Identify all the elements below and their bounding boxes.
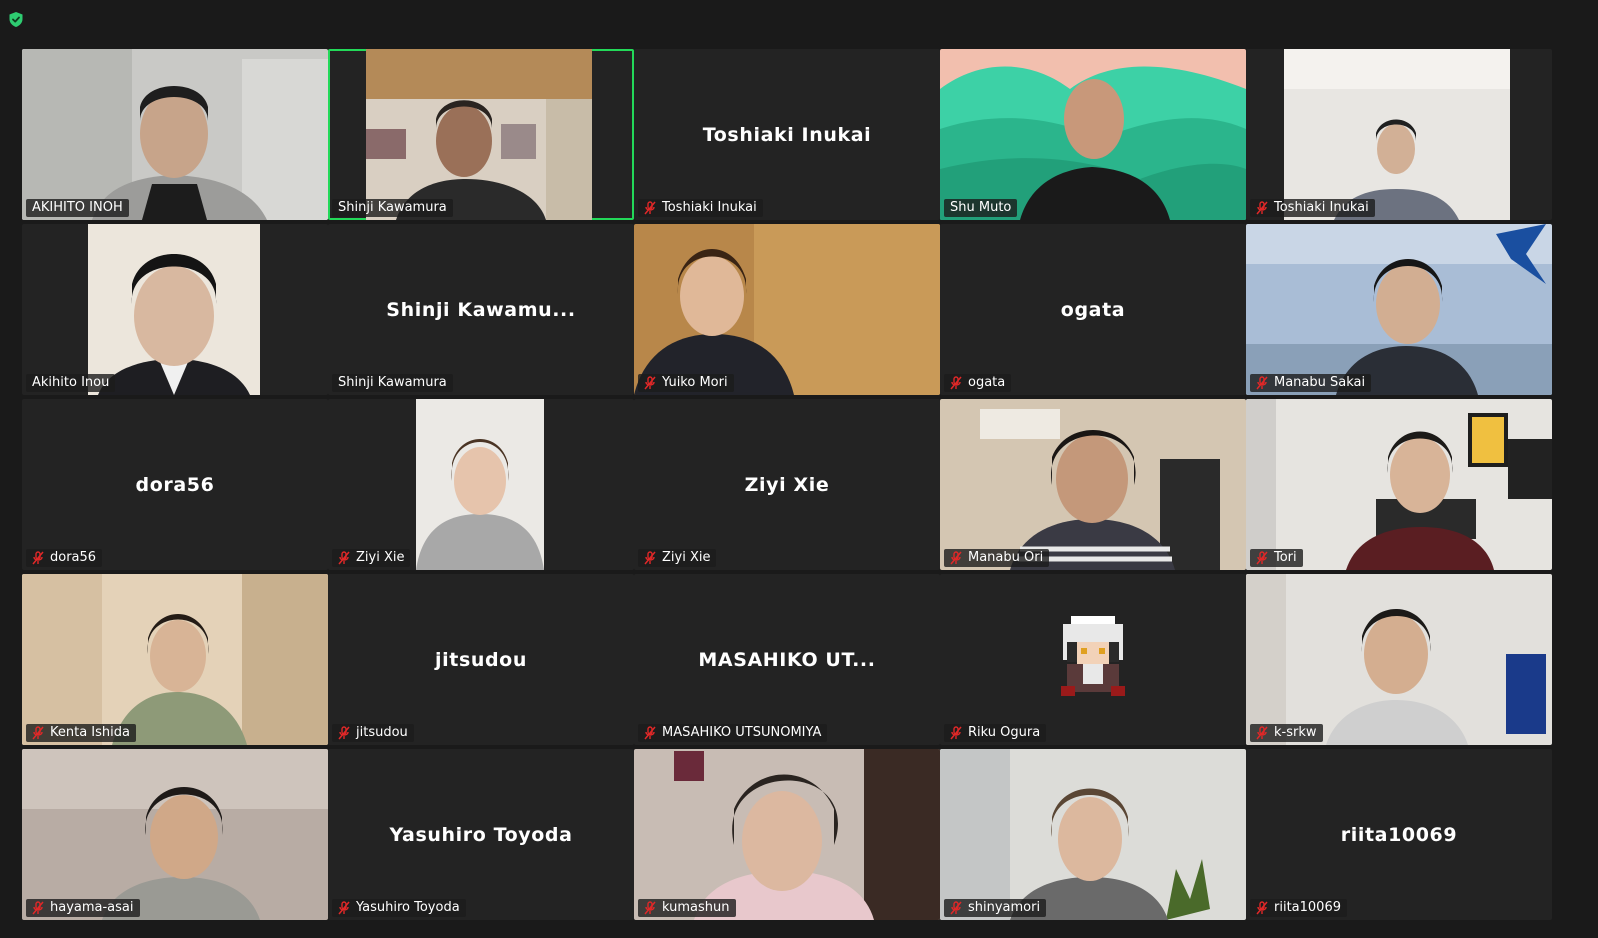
participant-tile[interactable]: Akihito Inou: [22, 224, 328, 395]
gallery-grid: AKIHITO INOH Shinji Kawamura Toshiaki In…: [22, 49, 1578, 935]
participant-tile[interactable]: k-srkw: [1246, 574, 1552, 745]
name-tag: MASAHIKO UTSUNOMIYA: [638, 724, 828, 742]
participant-tile[interactable]: shinyamori: [940, 749, 1246, 920]
participant-tile[interactable]: Ziyi Xie: [328, 399, 634, 570]
participant-video: [366, 49, 592, 220]
participant-video: [88, 224, 260, 395]
muted-mic-icon: [644, 901, 656, 915]
participant-tile[interactable]: MASAHIKO UT... MASAHIKO UTSUNOMIYA: [634, 574, 940, 745]
participant-tile[interactable]: Manabu Sakai: [1246, 224, 1552, 395]
name-tag: Yuiko Mori: [638, 374, 734, 392]
name-tag: ogata: [944, 374, 1012, 392]
participant-display-name: ogata: [1060, 298, 1126, 321]
participant-tile[interactable]: Toshiaki Inukai Toshiaki Inukai: [634, 49, 940, 220]
muted-mic-icon: [950, 726, 962, 740]
participant-tile[interactable]: kumashun: [634, 749, 940, 920]
participant-video: [22, 574, 328, 745]
participant-video: [22, 49, 328, 220]
name-tag: Akihito Inou: [26, 374, 116, 392]
name-tag: Riku Ogura: [944, 724, 1047, 742]
muted-mic-icon: [644, 376, 656, 390]
muted-mic-icon: [1256, 551, 1268, 565]
participant-tile[interactable]: Riku Ogura: [940, 574, 1246, 745]
muted-mic-icon: [950, 376, 962, 390]
name-tag: Yasuhiro Toyoda: [332, 899, 466, 917]
pixel-art-avatar: [1053, 612, 1133, 700]
participant-tile[interactable]: Toshiaki Inukai: [1246, 49, 1552, 220]
participant-display-name: MASAHIKO UT...: [698, 648, 876, 671]
muted-mic-icon: [1256, 726, 1268, 740]
muted-mic-icon: [644, 726, 656, 740]
participant-tile[interactable]: Shu Muto: [940, 49, 1246, 220]
participant-display-name: Ziyi Xie: [744, 473, 830, 496]
participant-tile[interactable]: riita10069 riita10069: [1246, 749, 1552, 920]
participant-display-name: Toshiaki Inukai: [702, 123, 872, 146]
name-tag: k-srkw: [1250, 724, 1323, 742]
participant-video: [940, 399, 1246, 570]
name-tag: riita10069: [1250, 899, 1347, 917]
participant-tile[interactable]: Shinji Kawamu... Shinji Kawamura: [328, 224, 634, 395]
participant-tile[interactable]: jitsudou jitsudou: [328, 574, 634, 745]
participant-video: [634, 749, 940, 920]
muted-mic-icon: [644, 551, 656, 565]
muted-mic-icon: [338, 901, 350, 915]
participant-tile-active-speaker[interactable]: Shinji Kawamura: [328, 49, 634, 220]
participant-tile[interactable]: AKIHITO INOH: [22, 49, 328, 220]
name-tag: Ziyi Xie: [332, 549, 411, 567]
participant-display-name: Shinji Kawamu...: [386, 298, 576, 321]
participant-video: [1246, 574, 1552, 745]
name-tag: AKIHITO INOH: [26, 199, 129, 217]
name-tag: shinyamori: [944, 899, 1047, 917]
participant-display-name: Yasuhiro Toyoda: [389, 823, 573, 846]
participant-tile[interactable]: Tori: [1246, 399, 1552, 570]
muted-mic-icon: [1256, 376, 1268, 390]
name-tag: jitsudou: [332, 724, 414, 742]
participant-tile[interactable]: ogata ogata: [940, 224, 1246, 395]
name-tag: Ziyi Xie: [638, 549, 717, 567]
name-tag: Manabu Ori: [944, 549, 1050, 567]
shield-check-icon[interactable]: [8, 11, 24, 28]
name-tag: Toshiaki Inukai: [1250, 199, 1375, 217]
name-tag: Toshiaki Inukai: [638, 199, 763, 217]
participant-tile[interactable]: Manabu Ori: [940, 399, 1246, 570]
participant-video: [22, 749, 328, 920]
name-tag: Manabu Sakai: [1250, 374, 1372, 392]
participant-tile[interactable]: Yasuhiro Toyoda Yasuhiro Toyoda: [328, 749, 634, 920]
participant-tile[interactable]: hayama-asai: [22, 749, 328, 920]
meeting-top-bar: [0, 0, 1598, 40]
name-tag: kumashun: [638, 899, 736, 917]
name-tag: Kenta Ishida: [26, 724, 136, 742]
participant-video: [1284, 49, 1510, 220]
participant-tile[interactable]: Ziyi Xie Ziyi Xie: [634, 399, 940, 570]
name-tag: hayama-asai: [26, 899, 140, 917]
participant-display-name: riita10069: [1340, 823, 1458, 846]
muted-mic-icon: [32, 901, 44, 915]
muted-mic-icon: [644, 201, 656, 215]
participant-tile[interactable]: dora56 dora56: [22, 399, 328, 570]
name-tag: Tori: [1250, 549, 1303, 567]
participant-video: [416, 399, 544, 570]
participant-tile[interactable]: Yuiko Mori: [634, 224, 940, 395]
name-tag: Shinji Kawamura: [332, 199, 453, 217]
muted-mic-icon: [32, 726, 44, 740]
participant-tile[interactable]: Kenta Ishida: [22, 574, 328, 745]
muted-mic-icon: [1256, 901, 1268, 915]
participant-video: [1246, 224, 1552, 395]
muted-mic-icon: [32, 551, 44, 565]
muted-mic-icon: [950, 551, 962, 565]
participant-video: [634, 224, 940, 395]
participant-video: [940, 49, 1246, 220]
name-tag: dora56: [26, 549, 103, 567]
name-tag: Shu Muto: [944, 199, 1018, 217]
participant-video: [1246, 399, 1552, 570]
participant-video: [940, 749, 1246, 920]
muted-mic-icon: [338, 551, 350, 565]
muted-mic-icon: [1256, 201, 1268, 215]
muted-mic-icon: [338, 726, 350, 740]
muted-mic-icon: [950, 901, 962, 915]
participant-display-name: dora56: [135, 473, 215, 496]
name-tag: Shinji Kawamura: [332, 374, 453, 392]
participant-display-name: jitsudou: [435, 648, 527, 671]
